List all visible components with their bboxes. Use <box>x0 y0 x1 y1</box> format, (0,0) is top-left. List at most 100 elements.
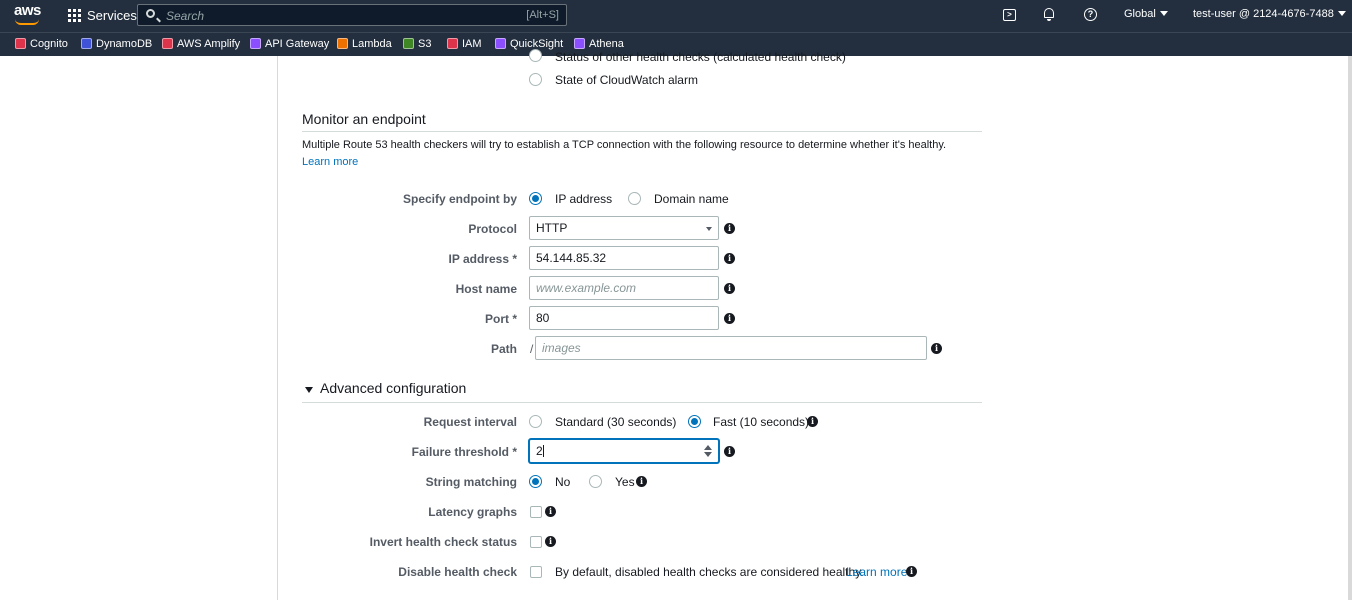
chevron-down-icon <box>1337 11 1346 16</box>
help-icon[interactable]: ? <box>1084 8 1097 21</box>
chevron-down-icon <box>706 227 712 231</box>
info-icon[interactable]: i <box>724 223 735 234</box>
info-icon[interactable]: i <box>545 506 556 517</box>
favorite-label: Lambda <box>352 38 392 50</box>
section-divider <box>302 131 982 132</box>
page-scrollbar[interactable] <box>1348 56 1352 600</box>
favorite-label: DynamoDB <box>96 38 153 50</box>
section-divider <box>302 402 982 403</box>
port-input[interactable]: 80 <box>529 306 719 330</box>
favorite-label: API Gateway <box>265 38 330 50</box>
s3-icon <box>403 38 414 49</box>
calculated-health-check-label: Status of other health checks (calculate… <box>555 50 846 64</box>
favorite-label: Athena <box>589 38 624 50</box>
string-matching-no-label: No <box>555 475 571 489</box>
fast-interval-radio[interactable] <box>688 415 701 428</box>
invert-health-check-label: Invert health check status <box>369 535 517 549</box>
calculated-health-check-radio[interactable] <box>529 49 542 62</box>
cloudwatch-alarm-radio[interactable] <box>529 73 542 86</box>
account-menu[interactable]: test-user @ 2124-4676-7488 <box>1193 8 1346 20</box>
favorite-api-gateway[interactable]: API Gateway <box>250 38 329 52</box>
host-name-input[interactable]: www.example.com <box>529 276 719 300</box>
aws-logo[interactable]: aws <box>14 3 42 26</box>
info-icon[interactable]: i <box>931 343 942 354</box>
favorite-s3[interactable]: S3 <box>403 38 431 52</box>
fast-interval-label: Fast (10 seconds) <box>713 415 810 429</box>
left-panel <box>0 56 278 600</box>
info-icon[interactable]: i <box>724 446 735 457</box>
info-icon[interactable]: i <box>724 313 735 324</box>
disable-health-check-checkbox[interactable] <box>530 566 542 578</box>
search-placeholder: Search <box>166 9 205 23</box>
ip-address-option-label: IP address <box>555 192 613 206</box>
region-selector[interactable]: Global <box>1124 8 1168 20</box>
protocol-select[interactable]: HTTP <box>529 216 719 240</box>
amplify-icon <box>162 38 173 49</box>
aws-smile-icon <box>15 19 39 25</box>
path-input[interactable]: images <box>535 336 927 360</box>
standard-interval-radio[interactable] <box>529 415 542 428</box>
dynamodb-icon <box>81 38 92 49</box>
account-label: test-user @ 2124-4676-7488 <box>1193 8 1334 20</box>
favorite-amplify[interactable]: AWS Amplify <box>162 38 240 52</box>
domain-name-option-label: Domain name <box>654 192 729 206</box>
favorite-label: IAM <box>462 38 482 50</box>
standard-interval-label: Standard (30 seconds) <box>555 415 677 429</box>
protocol-value: HTTP <box>536 221 568 235</box>
notifications-bell-icon[interactable] <box>1044 8 1054 21</box>
search-icon <box>146 9 155 18</box>
region-label: Global <box>1124 8 1156 20</box>
stepper-arrows-icon[interactable] <box>704 445 712 457</box>
monitor-description: Multiple Route 53 health checkers will t… <box>302 139 947 151</box>
services-grid-icon[interactable] <box>68 9 81 22</box>
domain-name-radio[interactable] <box>628 192 641 205</box>
port-label: Port * <box>484 312 517 326</box>
api-gateway-icon <box>250 38 261 49</box>
caret-down-icon[interactable] <box>305 387 313 393</box>
search-input[interactable]: Search [Alt+S] <box>137 4 567 26</box>
failure-threshold-stepper[interactable]: 2 <box>529 439 719 463</box>
health-check-form: Status of other health checks (calculate… <box>278 49 1348 600</box>
advanced-configuration-toggle[interactable]: Advanced configuration <box>320 380 466 396</box>
favorite-label: S3 <box>418 38 432 50</box>
favorite-iam[interactable]: IAM <box>447 38 482 52</box>
favorite-quicksight[interactable]: QuickSight <box>495 38 563 52</box>
favorite-label: Cognito <box>30 38 68 50</box>
favorite-label: AWS Amplify <box>177 38 241 50</box>
latency-graphs-checkbox[interactable] <box>530 506 542 518</box>
ip-address-input[interactable]: 54.144.85.32 <box>529 246 719 270</box>
chevron-down-icon <box>1159 11 1168 16</box>
failure-threshold-label: Failure threshold * <box>411 445 517 459</box>
favorite-lambda[interactable]: Lambda <box>337 38 392 52</box>
cloudwatch-alarm-label: State of CloudWatch alarm <box>555 73 698 87</box>
info-icon[interactable]: i <box>724 253 735 264</box>
string-matching-yes-radio[interactable] <box>589 475 602 488</box>
string-matching-yes-label: Yes <box>615 475 635 489</box>
cognito-icon <box>15 38 26 49</box>
ip-address-radio[interactable] <box>529 192 542 205</box>
protocol-label: Protocol <box>468 222 517 236</box>
info-icon[interactable]: i <box>636 476 647 487</box>
invert-health-check-checkbox[interactable] <box>530 536 542 548</box>
host-name-label: Host name <box>455 282 517 296</box>
favorite-cognito[interactable]: Cognito <box>15 38 68 52</box>
cloudshell-icon[interactable]: > <box>1003 9 1016 21</box>
info-icon[interactable]: i <box>724 283 735 294</box>
lambda-icon <box>337 38 348 49</box>
path-label: Path <box>490 342 517 356</box>
search-shortcut-hint: [Alt+S] <box>526 9 559 21</box>
athena-icon <box>574 38 585 49</box>
info-icon[interactable]: i <box>807 416 818 427</box>
services-menu-button[interactable]: Services <box>87 8 137 23</box>
request-interval-label: Request interval <box>423 415 517 429</box>
info-icon[interactable]: i <box>906 566 917 577</box>
disable-learn-more-link[interactable]: Learn more <box>846 565 907 579</box>
path-prefix: / <box>530 342 534 356</box>
quicksight-icon <box>495 38 506 49</box>
info-icon[interactable]: i <box>545 536 556 547</box>
learn-more-link[interactable]: Learn more <box>302 156 358 168</box>
string-matching-label: String matching <box>425 475 517 489</box>
string-matching-no-radio[interactable] <box>529 475 542 488</box>
favorite-dynamodb[interactable]: DynamoDB <box>81 38 152 52</box>
iam-icon <box>447 38 458 49</box>
